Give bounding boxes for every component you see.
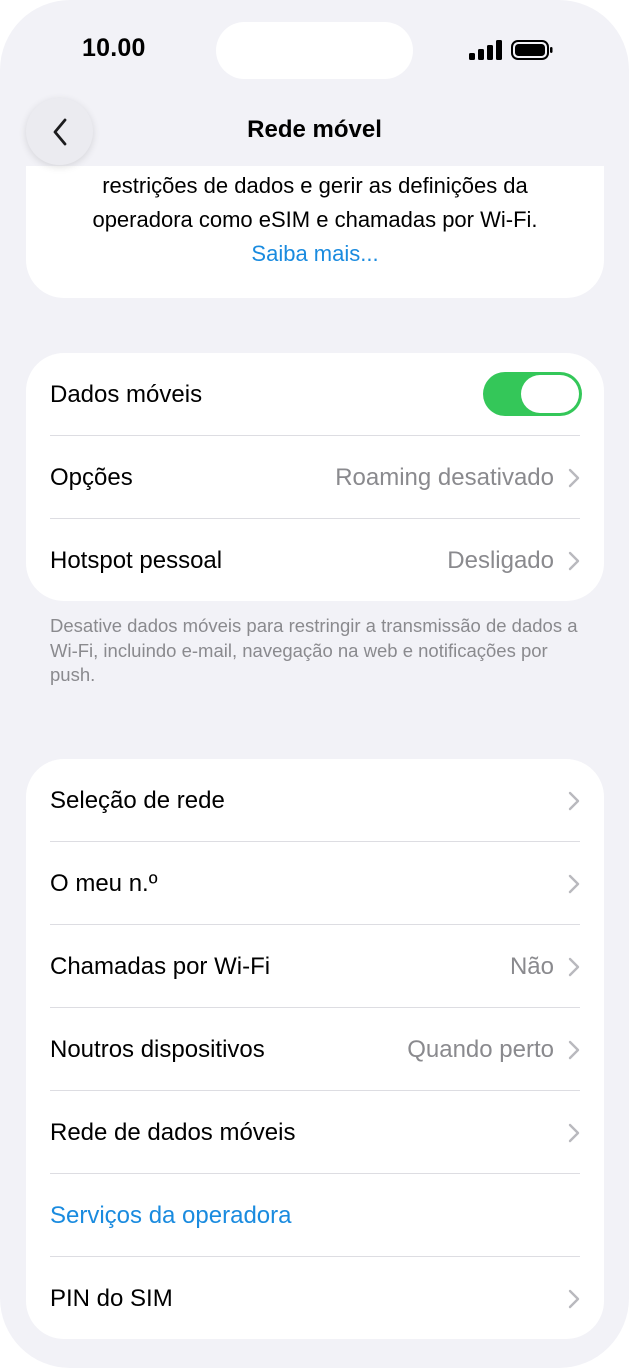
learn-more-link[interactable]: Saiba mais... <box>26 237 604 271</box>
battery-icon <box>511 40 553 60</box>
options-row[interactable]: Opções Roaming desativado <box>26 436 604 519</box>
carrier-services-row[interactable]: Serviços da operadora <box>26 1174 604 1257</box>
chevron-right-icon <box>568 874 580 893</box>
chevron-right-icon <box>568 957 580 976</box>
my-number-row[interactable]: O meu n.º <box>26 842 604 925</box>
sim-pin-row[interactable]: PIN do SIM <box>26 1257 604 1339</box>
wifi-calling-value: Não <box>509 952 554 980</box>
mobile-data-group: Dados móveis Opções Roaming desativado H… <box>26 353 604 601</box>
wifi-calling-row[interactable]: Chamadas por Wi-Fi Não <box>26 925 604 1008</box>
hotspot-row[interactable]: Hotspot pessoal Desligado <box>26 519 604 601</box>
options-label: Opções <box>50 463 133 491</box>
my-number-label: O meu n.º <box>50 869 158 897</box>
chevron-right-icon <box>568 468 580 487</box>
network-selection-row[interactable]: Seleção de rede <box>26 759 604 842</box>
carrier-services-link[interactable]: Serviços da operadora <box>50 1202 580 1230</box>
info-text-line-1: restrições de dados e gerir as definiçõe… <box>102 173 528 198</box>
chevron-right-icon <box>568 791 580 810</box>
page-title: Rede móvel <box>247 116 382 143</box>
chevron-right-icon <box>568 1289 580 1308</box>
sim-pin-label: PIN do SIM <box>50 1284 173 1312</box>
info-text-line-2: operadora como eSIM e chamadas por Wi-Fi… <box>92 207 538 232</box>
chevron-right-icon <box>568 1040 580 1059</box>
toggle-knob <box>521 375 579 413</box>
phone-screen: 10.00 restrições de dados e gerir as def… <box>0 0 629 1368</box>
hotspot-value: Desligado <box>447 546 554 574</box>
wifi-calling-label: Chamadas por Wi-Fi <box>50 952 271 980</box>
status-time: 10.00 <box>82 34 146 62</box>
other-devices-value: Quando perto <box>407 1035 554 1063</box>
other-devices-row[interactable]: Noutros dispositivos Quando perto <box>26 1008 604 1091</box>
mobile-data-toggle[interactable] <box>483 372 582 416</box>
other-devices-label: Noutros dispositivos <box>50 1035 265 1063</box>
chevron-right-icon <box>568 1123 580 1142</box>
mobile-data-network-row[interactable]: Rede de dados móveis <box>26 1091 604 1174</box>
mobile-data-network-label: Rede de dados móveis <box>50 1118 296 1146</box>
hotspot-label: Hotspot pessoal <box>50 546 223 574</box>
network-selection-label: Seleção de rede <box>50 786 225 814</box>
cellular-signal-icon <box>469 40 502 60</box>
network-settings-group: Seleção de rede O meu n.º Chamadas por W… <box>26 759 604 1339</box>
options-value: Roaming desativado <box>335 463 554 491</box>
mobile-data-footnote: Desative dados móveis para restringir a … <box>50 615 578 685</box>
dynamic-island <box>216 22 413 79</box>
chevron-right-icon <box>568 551 580 570</box>
mobile-data-row: Dados móveis <box>26 353 604 436</box>
